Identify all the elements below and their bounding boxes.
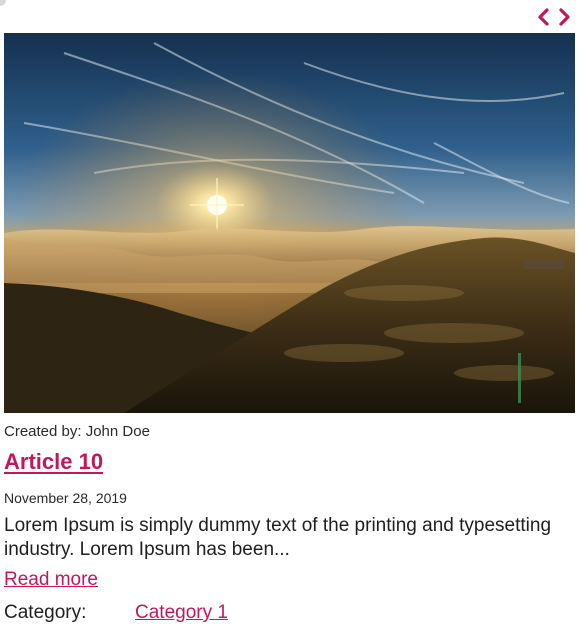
next-button[interactable] (557, 6, 573, 28)
category-label: Category: (4, 602, 87, 623)
landscape-photo (4, 33, 575, 413)
article-image[interactable] (4, 33, 575, 413)
prev-button[interactable] (535, 6, 551, 28)
category-row: Category: Category 1 (4, 602, 228, 624)
chevron-right-icon (559, 8, 570, 26)
chevron-left-icon (538, 8, 549, 26)
corner-mark (0, 0, 6, 6)
article-title-link[interactable]: Article 10 (4, 449, 103, 475)
article-excerpt: Lorem Ipsum is simply dummy text of the … (4, 515, 552, 560)
carousel-nav (535, 6, 573, 28)
article-card-page: Created by: John Doe Article 10 November… (0, 0, 579, 633)
author-line: Created by: John Doe (4, 423, 150, 440)
read-more-link[interactable]: Read more (4, 569, 98, 591)
category-link[interactable]: Category 1 (135, 602, 228, 624)
article-date: November 28, 2019 (4, 490, 127, 506)
